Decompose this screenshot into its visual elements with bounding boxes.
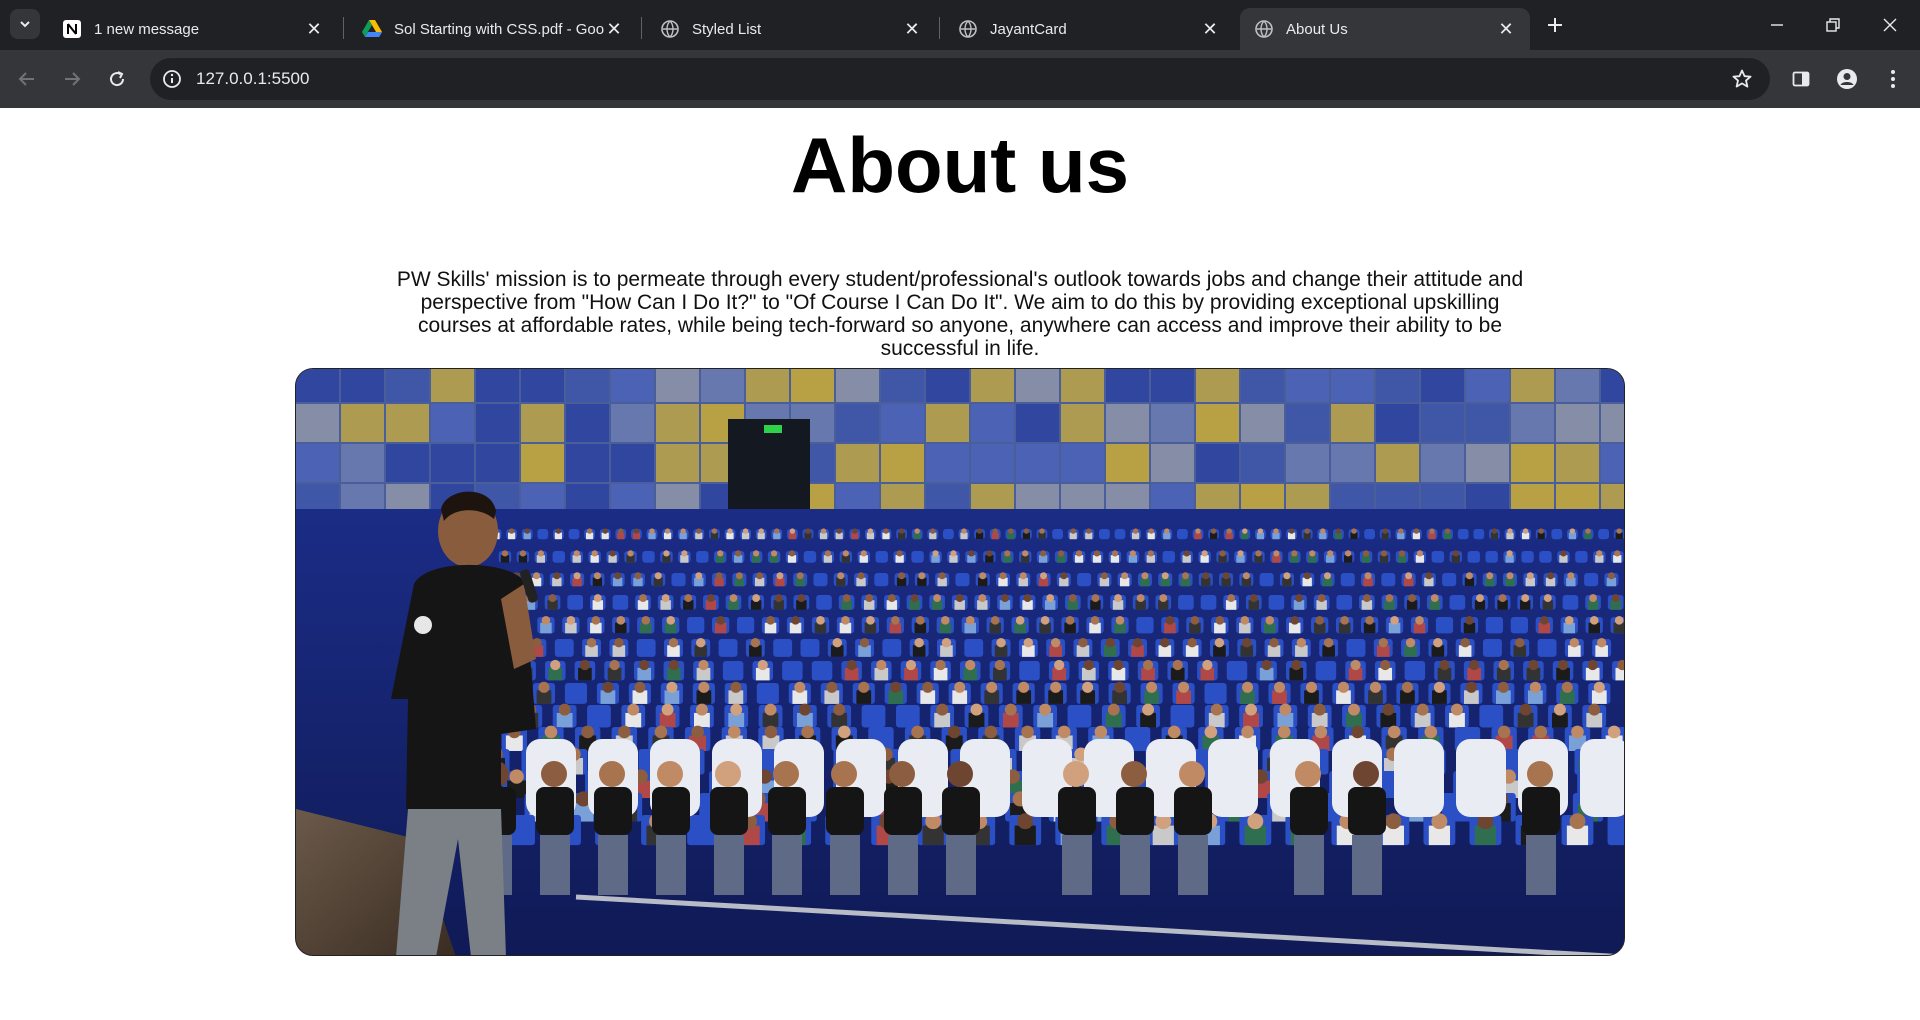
reload-button[interactable]	[102, 64, 132, 94]
tab-divider	[343, 17, 344, 39]
auditorium-photo-drawing	[296, 369, 1624, 955]
auditorium-photo	[295, 368, 1625, 956]
google-drive-icon	[362, 19, 382, 39]
more-vert-icon	[1891, 70, 1895, 88]
tab-title: Styled List	[692, 20, 762, 38]
arrow-left-icon	[18, 72, 34, 86]
menu-button[interactable]	[1878, 64, 1908, 94]
chevron-down-icon	[20, 21, 30, 28]
forward-button[interactable]	[57, 64, 87, 94]
notion-icon	[62, 19, 82, 39]
back-button[interactable]	[12, 64, 42, 94]
globe-icon	[660, 19, 680, 39]
new-tab-button[interactable]	[1542, 12, 1568, 38]
close-icon	[1883, 18, 1897, 32]
tab-title: JayantCard	[990, 20, 1067, 38]
minimize-icon	[1771, 24, 1783, 26]
tab-divider	[939, 17, 940, 39]
tab-search-button[interactable]	[10, 9, 40, 39]
page-content: About us PW Skills' mission is to permea…	[0, 108, 1920, 1020]
browser-toolbar: 127.0.0.1:5500	[0, 50, 1920, 108]
close-icon[interactable]: ✕	[902, 19, 922, 39]
close-window-button[interactable]	[1875, 10, 1905, 40]
globe-icon	[958, 19, 978, 39]
tab-title: About Us	[1286, 20, 1348, 38]
minimize-button[interactable]	[1762, 10, 1792, 40]
tab-3[interactable]: Styled List ✕	[646, 8, 936, 50]
tab-1[interactable]: 1 new message ✕	[48, 8, 338, 50]
arrow-right-icon	[65, 72, 81, 86]
reload-icon	[110, 71, 125, 87]
profile-icon	[1837, 69, 1857, 89]
globe-icon	[1254, 19, 1274, 39]
tab-4[interactable]: JayantCard ✕	[944, 8, 1234, 50]
close-icon[interactable]: ✕	[604, 19, 624, 39]
close-icon[interactable]: ✕	[1200, 19, 1220, 39]
tab-2[interactable]: Sol Starting with CSS.pdf - Goo ✕	[348, 8, 638, 50]
close-icon[interactable]: ✕	[1496, 19, 1516, 39]
restore-icon	[1826, 18, 1840, 32]
page-title: About us	[791, 121, 1129, 209]
tab-strip: 1 new message ✕ Sol Starting with CSS.pd…	[0, 0, 1920, 50]
tab-title: Sol Starting with CSS.pdf - Goo	[394, 20, 604, 38]
side-panel-icon	[1792, 71, 1810, 87]
plus-icon	[1548, 18, 1562, 32]
info-icon[interactable]	[160, 67, 184, 91]
close-icon[interactable]: ✕	[304, 19, 324, 39]
tab-5-active[interactable]: About Us ✕	[1240, 8, 1530, 50]
tab-title: 1 new message	[94, 20, 200, 38]
address-bar[interactable]: 127.0.0.1:5500	[150, 58, 1770, 100]
side-panel-button[interactable]	[1786, 64, 1816, 94]
url-text[interactable]: 127.0.0.1:5500	[196, 69, 309, 89]
restore-button[interactable]	[1818, 10, 1848, 40]
mission-text: PW Skills' mission is to permeate throug…	[396, 268, 1524, 360]
tab-divider	[641, 17, 642, 39]
bookmark-star-icon[interactable]	[1730, 67, 1754, 91]
profile-button[interactable]	[1832, 64, 1862, 94]
